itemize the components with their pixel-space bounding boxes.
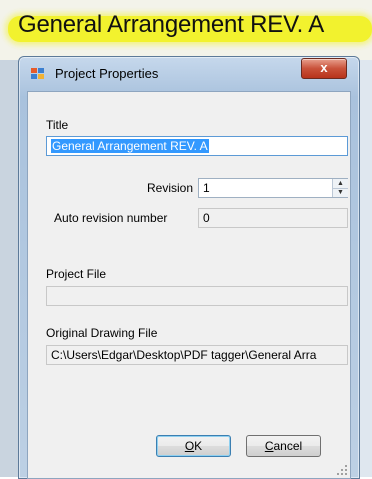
project-file-label: Project File [46,267,107,281]
close-button[interactable]: x [301,58,347,79]
close-icon: x [320,60,328,75]
title-label: Title [46,118,69,132]
revision-spinner[interactable]: ▲ ▼ [332,179,348,197]
auto-revision-field: 0 [198,208,348,228]
background-left-edge [0,60,18,477]
cancel-button[interactable]: Cancel [246,435,321,457]
project-file-field [46,286,348,306]
original-drawing-field: C:\Users\Edgar\Desktop\PDF tagger\Genera… [46,345,348,365]
resize-grip-icon[interactable] [336,464,348,476]
dialog-title: Project Properties [55,66,159,81]
ok-button[interactable]: OK [156,435,231,457]
title-input-selected-text: General Arrangement REV. A [51,139,209,153]
background-right-edge [358,60,372,477]
title-input[interactable]: General Arrangement REV. A [46,136,348,156]
revision-input[interactable]: 1 [198,178,348,198]
revision-label: Revision [147,181,194,195]
auto-revision-label: Auto revision number [54,211,168,225]
dialog-titlebar[interactable]: Project Properties x [19,57,359,91]
project-properties-dialog: Project Properties x Title General Arran… [18,56,360,479]
dialog-client-area: Title General Arrangement REV. A Revisio… [27,91,351,479]
original-drawing-label: Original Drawing File [46,326,158,340]
app-icon [31,68,45,80]
background-document-title: General Arrangement REV. A [18,11,325,38]
spin-down-icon[interactable]: ▼ [333,188,348,197]
